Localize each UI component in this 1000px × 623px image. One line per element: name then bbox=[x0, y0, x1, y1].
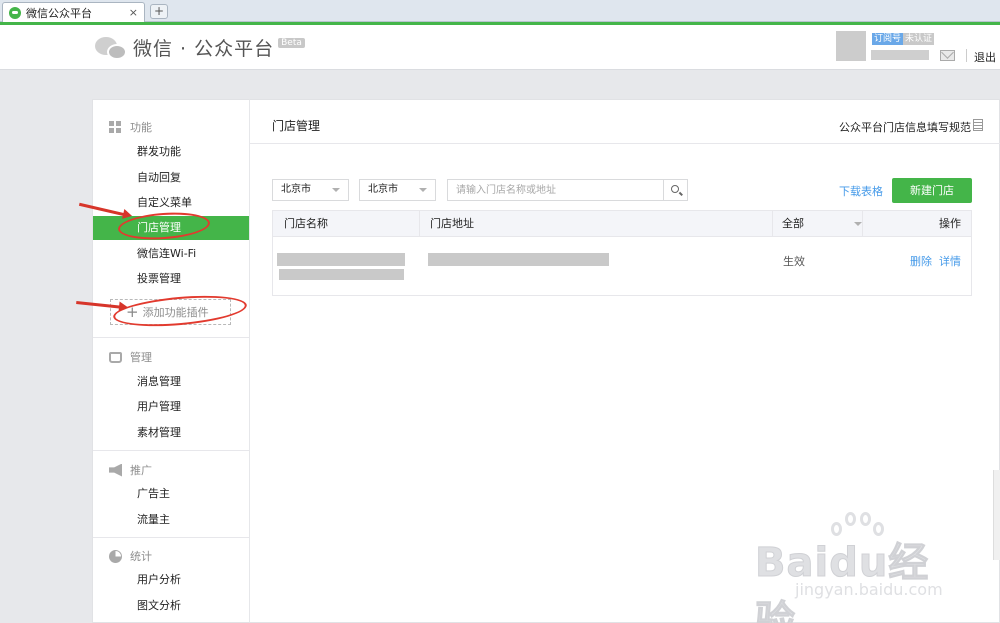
chevron-down-icon bbox=[419, 188, 427, 192]
chevron-down-icon bbox=[854, 222, 862, 226]
wechat-favicon-icon bbox=[9, 6, 21, 19]
browser-tab-title: 微信公众平台 bbox=[26, 6, 92, 20]
status-text: 生效 bbox=[783, 255, 805, 268]
section-divider bbox=[93, 537, 249, 538]
chevron-down-icon bbox=[332, 188, 340, 192]
section-divider bbox=[93, 337, 249, 338]
header-divider bbox=[250, 143, 1000, 144]
sidebar-item-article-analysis[interactable]: 图文分析 bbox=[93, 594, 249, 618]
province-select[interactable]: 北京市 bbox=[272, 179, 349, 201]
search-button[interactable] bbox=[663, 180, 687, 200]
inbox-icon bbox=[109, 351, 122, 363]
subscription-badge: 订阅号 bbox=[872, 33, 904, 45]
sidebar-item-mass-send[interactable]: 群发功能 bbox=[93, 140, 249, 164]
logout-link[interactable]: 退出 bbox=[974, 49, 996, 65]
column-separator bbox=[419, 211, 420, 237]
store-name-redacted bbox=[279, 269, 404, 280]
section-title-statistics: 统计 bbox=[109, 548, 152, 564]
store-search-box bbox=[447, 179, 688, 201]
section-title-features: 功能 bbox=[109, 119, 152, 135]
watermark-url: jingyan.baidu.com bbox=[795, 580, 943, 599]
sidebar-item-vote[interactable]: 投票管理 bbox=[93, 267, 249, 291]
header-separator bbox=[966, 49, 967, 62]
account-avatar[interactable] bbox=[836, 31, 866, 61]
top-header: 微信 · 公众平台 Beta 订阅号 未认证 退出 bbox=[0, 22, 1000, 70]
wechat-logo[interactable]: 微信 · 公众平台 Beta bbox=[95, 34, 305, 61]
sidebar-item-user-analysis[interactable]: 用户分析 bbox=[93, 568, 249, 592]
sidebar-item-materials[interactable]: 素材管理 bbox=[93, 421, 249, 445]
watermark-text: Baidu经验 bbox=[755, 540, 930, 623]
store-name-redacted bbox=[277, 253, 405, 266]
new-store-button[interactable]: 新建门店 bbox=[892, 178, 972, 203]
column-separator bbox=[772, 211, 773, 237]
column-header-actions: 操作 bbox=[939, 217, 961, 230]
beta-badge: Beta bbox=[278, 37, 305, 48]
status-filter-dropdown[interactable]: 全部 bbox=[782, 211, 862, 237]
megaphone-icon bbox=[109, 463, 122, 477]
pie-chart-icon bbox=[109, 549, 122, 563]
section-title-promotion: 推广 bbox=[109, 462, 152, 478]
column-separator bbox=[862, 211, 863, 237]
sidebar: 功能 群发功能 自动回复 自定义菜单 门店管理 微信连Wi-Fi 投票管理 + … bbox=[92, 99, 250, 623]
grid-icon bbox=[109, 120, 122, 134]
section-title-manage: 管理 bbox=[109, 349, 152, 365]
unverified-badge: 未认证 bbox=[903, 33, 935, 45]
delete-link[interactable]: 删除 bbox=[910, 253, 932, 269]
logo-text: 微信 · 公众平台 bbox=[133, 38, 275, 60]
document-icon[interactable] bbox=[973, 119, 983, 131]
store-table: 门店名称 门店地址 全部 操作 生效 删除 详情 bbox=[272, 210, 972, 296]
close-tab-icon[interactable]: × bbox=[129, 6, 138, 19]
sidebar-item-advertiser[interactable]: 广告主 bbox=[93, 482, 249, 506]
mail-icon[interactable] bbox=[940, 50, 955, 61]
sidebar-item-users[interactable]: 用户管理 bbox=[93, 395, 249, 419]
sidebar-item-messages[interactable]: 消息管理 bbox=[93, 370, 249, 394]
sidebar-item-auto-reply[interactable]: 自动回复 bbox=[93, 166, 249, 190]
sidebar-item-wifi[interactable]: 微信连Wi-Fi bbox=[93, 242, 249, 266]
browser-tab[interactable]: 微信公众平台 × bbox=[2, 2, 145, 22]
browser-tab-strip: 微信公众平台 × + bbox=[0, 0, 1000, 22]
section-divider bbox=[93, 450, 249, 451]
city-select[interactable]: 北京市 bbox=[359, 179, 436, 201]
wechat-bubbles-icon bbox=[95, 35, 129, 61]
table-header: 门店名称 门店地址 全部 操作 bbox=[273, 211, 971, 237]
store-address-redacted bbox=[428, 253, 609, 266]
column-header-store-address: 门店地址 bbox=[430, 217, 474, 230]
baidu-watermark: Baidu经验 jingyan.baidu.com bbox=[755, 510, 965, 623]
scrollbar[interactable] bbox=[993, 470, 1000, 560]
details-link[interactable]: 详情 bbox=[939, 253, 961, 269]
download-table-link[interactable]: 下载表格 bbox=[839, 183, 883, 199]
spec-guidelines-link[interactable]: 公众平台门店信息填写规范 bbox=[839, 119, 971, 135]
search-icon bbox=[671, 185, 679, 193]
column-header-store-name: 门店名称 bbox=[284, 217, 328, 230]
sidebar-item-publisher[interactable]: 流量主 bbox=[93, 508, 249, 532]
new-tab-button[interactable]: + bbox=[150, 4, 168, 19]
account-name-redacted bbox=[871, 50, 929, 60]
store-search-input[interactable] bbox=[448, 180, 658, 200]
page-title: 门店管理 bbox=[272, 119, 321, 133]
